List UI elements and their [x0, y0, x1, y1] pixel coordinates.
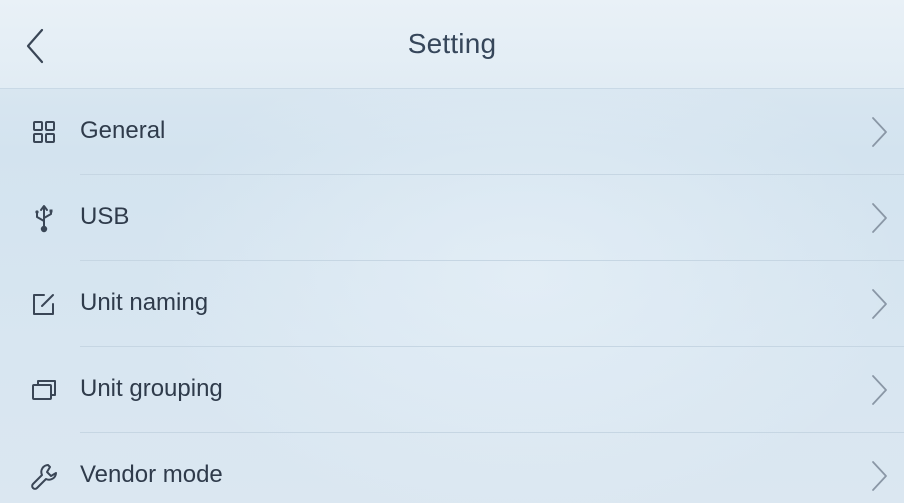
chevron-right-icon	[868, 458, 890, 494]
menu-item-unit-naming[interactable]: Unit naming	[0, 261, 904, 347]
menu-item-vendor-mode[interactable]: Vendor mode	[0, 433, 904, 503]
chevron-right-icon	[868, 372, 890, 408]
menu-item-label: Vendor mode	[80, 461, 223, 488]
chevron-right-icon	[868, 200, 890, 236]
grid-icon	[28, 117, 60, 147]
header-bar: Setting	[0, 0, 904, 89]
edit-icon	[28, 289, 60, 319]
usb-icon	[28, 203, 60, 233]
wrench-icon	[28, 461, 60, 491]
stacked-windows-icon	[28, 375, 60, 405]
menu-item-unit-grouping[interactable]: Unit grouping	[0, 347, 904, 433]
page-title: Setting	[407, 28, 497, 59]
menu-item-label: Unit naming	[80, 289, 209, 316]
chevron-right-icon	[868, 114, 890, 150]
menu-item-usb[interactable]: USB	[0, 175, 904, 261]
settings-screen: Setting General USB Unit naming Unit gro…	[0, 0, 904, 503]
menu-item-general[interactable]: General	[0, 89, 904, 175]
menu-item-label: General	[80, 117, 166, 144]
chevron-right-icon	[868, 286, 890, 322]
menu-item-label: Unit grouping	[80, 375, 223, 402]
menu-item-label: USB	[80, 203, 130, 230]
